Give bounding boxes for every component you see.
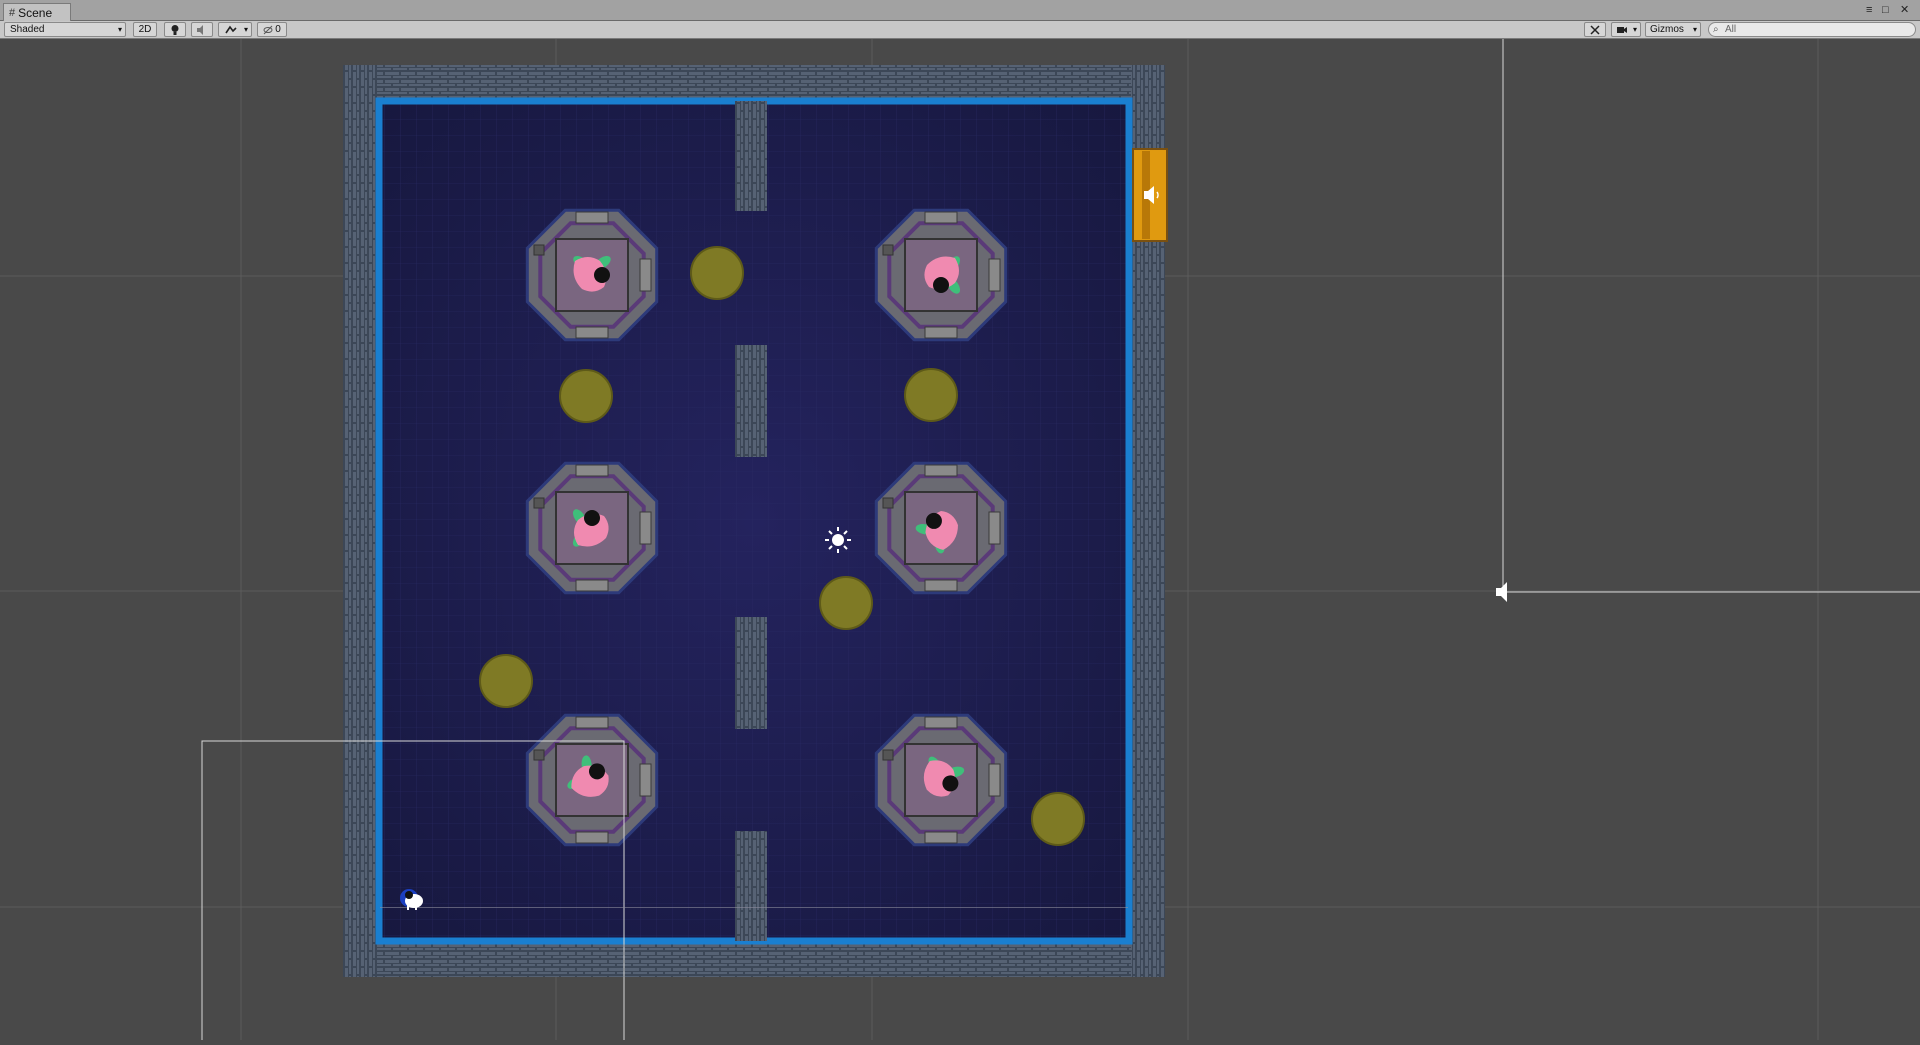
station-slot [988, 763, 1001, 797]
station-slot [988, 258, 1001, 292]
wall-top [343, 65, 1165, 99]
divider-wall [735, 345, 767, 457]
machine-station[interactable] [525, 461, 659, 595]
token-circle[interactable] [690, 246, 744, 300]
effects-dropdown[interactable]: ▾ [218, 22, 252, 37]
station-slot [575, 831, 609, 844]
eye-slash-icon [263, 25, 273, 34]
chevron-down-icon: ▾ [1632, 25, 1637, 34]
machine-station[interactable] [874, 461, 1008, 595]
station-slot [575, 716, 609, 729]
scene-toolbar: Shaded ▾ 2D ▾ 0 ▾ Gizmos ▾ ⌕ All [0, 21, 1920, 39]
token-circle[interactable] [559, 369, 613, 423]
machine-station[interactable] [525, 713, 659, 847]
station-slot [924, 716, 958, 729]
hidden-objects-toggle[interactable]: 0 [257, 22, 287, 37]
scene-canvas[interactable] [0, 39, 1920, 1045]
search-icon: ⌕ [1713, 24, 1719, 35]
speaker-icon [197, 24, 203, 35]
audio-toggle-button[interactable] [191, 22, 213, 37]
station-slot [924, 326, 958, 339]
station-slot [924, 831, 958, 844]
lightbulb-icon [171, 24, 179, 35]
station-slot [575, 579, 609, 592]
chevron-down-icon: ▾ [243, 25, 248, 34]
token-circle[interactable] [479, 654, 533, 708]
shading-mode-dropdown[interactable]: Shaded ▾ [4, 22, 126, 37]
token-circle[interactable] [819, 576, 873, 630]
tools-icon [1590, 24, 1600, 35]
window-close-icon[interactable]: ✕ [1900, 3, 1909, 17]
station-switch [882, 497, 894, 509]
window-tab-bar: # Scene ≡ □ ✕ [0, 0, 1920, 21]
lighting-toggle-button[interactable] [164, 22, 186, 37]
chevron-down-icon: ▾ [117, 25, 122, 34]
station-slot [575, 211, 609, 224]
tab-scene[interactable]: # Scene [3, 3, 71, 21]
wall-bottom [343, 943, 1165, 977]
gizmos-dropdown[interactable]: Gizmos ▾ [1645, 22, 1701, 37]
effects-icon [225, 25, 237, 33]
station-slot [639, 258, 652, 292]
search-placeholder: All [1725, 24, 1737, 35]
token-circle[interactable] [904, 368, 958, 422]
grid-icon: # [9, 6, 16, 19]
station-slot [575, 464, 609, 477]
hidden-count: 0 [275, 24, 281, 35]
window-menu-icon[interactable]: ≡ [1866, 3, 1872, 17]
station-slot [639, 763, 652, 797]
scene-tools-button[interactable] [1584, 22, 1606, 37]
divider-wall [735, 101, 767, 211]
station-switch [533, 244, 545, 256]
chevron-down-icon: ▾ [1692, 25, 1697, 34]
machine-station[interactable] [874, 713, 1008, 847]
station-slot [924, 464, 958, 477]
station-slot [639, 511, 652, 545]
machine-station[interactable] [525, 208, 659, 342]
hierarchy-search-input[interactable]: ⌕ All [1708, 22, 1916, 37]
station-slot [575, 326, 609, 339]
station-slot [924, 211, 958, 224]
station-slot [924, 579, 958, 592]
station-switch [882, 749, 894, 761]
gizmos-label: Gizmos [1650, 24, 1684, 35]
camera-icon [1617, 26, 1627, 33]
machine-station[interactable] [874, 208, 1008, 342]
shading-mode-label: Shaded [10, 24, 45, 35]
token-circle[interactable] [1031, 792, 1085, 846]
audio-source-icon[interactable] [1496, 582, 1507, 602]
scene-viewport[interactable] [0, 39, 1920, 1045]
divider-wall [735, 831, 767, 941]
toggle-2d-button[interactable]: 2D [133, 22, 157, 37]
camera-dropdown[interactable]: ▾ [1611, 22, 1641, 37]
floor-tiles [377, 99, 1131, 943]
station-switch [882, 244, 894, 256]
grid-highlight [380, 907, 1128, 908]
window-maximize-icon[interactable]: □ [1882, 3, 1889, 17]
station-switch [533, 749, 545, 761]
tab-scene-label: Scene [18, 5, 53, 20]
wall-left [343, 65, 377, 977]
station-switch [533, 497, 545, 509]
divider-wall [735, 617, 767, 729]
station-slot [988, 511, 1001, 545]
